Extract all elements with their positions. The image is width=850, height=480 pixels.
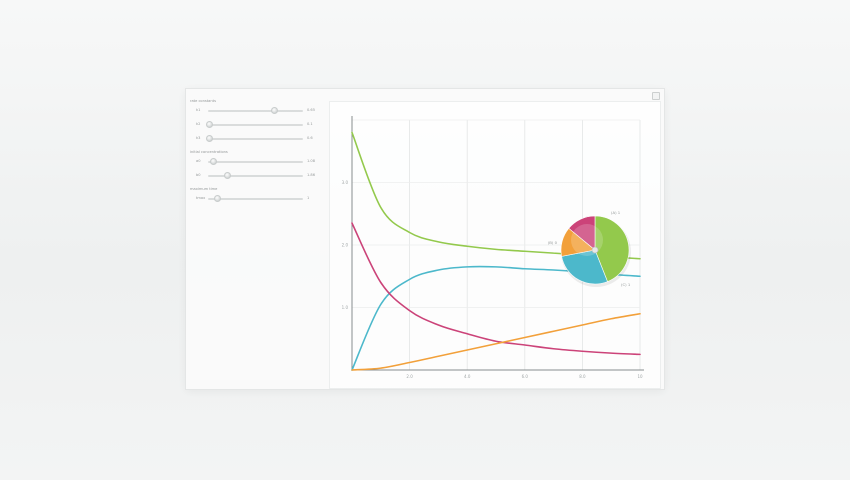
slider-label: k3 xyxy=(196,136,201,140)
y-tick-label: 3.0 xyxy=(342,180,349,185)
x-tick-label: 6.0 xyxy=(522,374,529,379)
slider-thumb[interactable] xyxy=(206,121,214,128)
slider-label: k1 xyxy=(196,108,201,112)
slider-thumb[interactable] xyxy=(224,172,232,179)
slider-thumb[interactable] xyxy=(206,135,214,142)
pie-label: (B) 0 xyxy=(548,240,558,245)
demo-window: rate constants k1 0.65 k2 0.1 k3 0.6 initial co… xyxy=(185,88,665,390)
x-tick-label: 2.0 xyxy=(406,374,413,379)
pie-label: (C) 1 xyxy=(621,282,631,287)
slider-value: 0.6 xyxy=(307,136,313,140)
slider-track[interactable] xyxy=(208,195,303,202)
slider-label: b0 xyxy=(196,173,201,177)
slider-row: k1 0.65 xyxy=(190,104,326,118)
kinetics-chart: 2.0 4.0 6.0 8.0 10 1.0 2.0 3.0 (A) 1 (B) 0 (C) 1 xyxy=(342,116,644,379)
slider-row: k3 0.6 xyxy=(190,132,326,146)
slider-thumb[interactable] xyxy=(271,107,278,114)
slider-label: a0 xyxy=(196,159,201,163)
pie-highlight xyxy=(571,224,603,256)
slider-value: 1.86 xyxy=(307,173,316,177)
slider-value: 0.65 xyxy=(307,108,316,112)
slider-track[interactable] xyxy=(206,121,303,128)
x-tick-label: 8.0 xyxy=(579,374,586,379)
slider-value: 0.1 xyxy=(307,122,313,126)
x-tick-label: 4.0 xyxy=(464,374,471,379)
slider-row: k2 0.1 xyxy=(190,118,326,132)
slider-track[interactable] xyxy=(206,135,303,142)
slider-value: 1.08 xyxy=(307,159,316,163)
slider-value: 1 xyxy=(307,196,310,200)
y-tick-label: 2.0 xyxy=(342,243,349,248)
y-tick-label: 1.0 xyxy=(342,305,349,310)
slider-label: k2 xyxy=(196,122,201,126)
slider-row: b0 1.86 xyxy=(190,169,326,183)
slider-thumb[interactable] xyxy=(210,158,218,165)
slider-thumb[interactable] xyxy=(214,195,221,202)
slider-row: tmax 1 xyxy=(190,192,326,206)
slider-track[interactable] xyxy=(208,158,303,165)
pie-label: (A) 1 xyxy=(611,210,621,215)
plot-panel: 2.0 4.0 6.0 8.0 10 1.0 2.0 3.0 (A) 1 (B) 0 (C) 1 xyxy=(329,101,661,389)
pie-hub xyxy=(591,246,599,254)
close-icon[interactable] xyxy=(652,92,660,100)
slider-label: tmax xyxy=(196,196,206,200)
slider-track[interactable] xyxy=(208,172,303,179)
slider-row: a0 1.08 xyxy=(190,155,326,169)
controls-panel: rate constants k1 0.65 k2 0.1 k3 0.6 initial co… xyxy=(190,99,326,210)
slider-track[interactable] xyxy=(208,107,303,114)
x-tick-label: 10 xyxy=(637,374,643,379)
